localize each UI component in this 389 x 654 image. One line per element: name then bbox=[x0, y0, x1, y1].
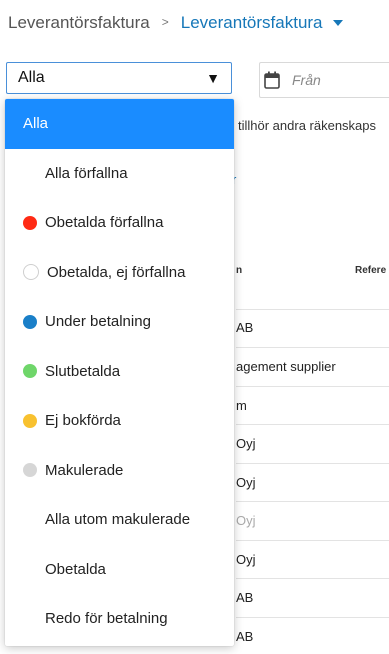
breadcrumb-current[interactable]: Leverantörsfaktura bbox=[181, 13, 323, 33]
table-row[interactable]: Oyj bbox=[236, 436, 256, 451]
option-label: Slutbetalda bbox=[45, 362, 121, 380]
table-row[interactable]: Oyj bbox=[236, 513, 256, 528]
yellow-status-dot-icon bbox=[23, 413, 37, 428]
option-label: Makulerade bbox=[45, 461, 124, 479]
empty-status-dot-icon bbox=[23, 264, 39, 281]
green-status-dot-icon bbox=[23, 364, 37, 379]
row-divider bbox=[236, 347, 389, 348]
option-ej-bokforda[interactable]: Ej bokförda bbox=[5, 396, 234, 446]
option-label: Obetalda förfallna bbox=[45, 214, 164, 232]
breadcrumb: Leverantörsfaktura > Leverantörsfaktura bbox=[8, 12, 343, 34]
option-label: Alla utom makulerade bbox=[45, 511, 191, 529]
table-row[interactable]: Oyj bbox=[236, 475, 256, 490]
option-obetalda-ej-forfallna[interactable]: Obetalda, ej förfallna bbox=[5, 248, 234, 298]
row-divider bbox=[236, 501, 389, 502]
row-divider bbox=[236, 540, 389, 541]
table-row[interactable]: AB bbox=[236, 629, 253, 644]
option-label: Alla förfallna bbox=[45, 164, 128, 182]
option-slutbetalda[interactable]: Slutbetalda bbox=[5, 347, 234, 397]
table-row[interactable]: agement supplier bbox=[236, 359, 336, 374]
option-label: Obetalda bbox=[45, 560, 106, 578]
option-under-betalning[interactable]: Under betalning bbox=[5, 297, 234, 347]
row-divider bbox=[236, 309, 389, 310]
gray-status-dot-icon bbox=[23, 463, 37, 478]
status-filter-select[interactable]: Alla ▼ bbox=[6, 62, 232, 94]
column-header-name[interactable]: n bbox=[236, 265, 242, 276]
row-divider bbox=[236, 463, 389, 464]
option-makulerade[interactable]: Makulerade bbox=[5, 446, 234, 496]
table-row[interactable]: Oyj bbox=[236, 552, 256, 567]
calendar-icon bbox=[264, 71, 280, 89]
date-from-field[interactable]: Från bbox=[259, 62, 389, 98]
status-dropdown-menu: Alla Alla förfallna Obetalda förfallna O… bbox=[5, 99, 234, 646]
dropdown-arrow-icon: ▼ bbox=[206, 70, 220, 86]
option-redo-for-betalning[interactable]: Redo för betalning bbox=[5, 594, 234, 644]
breadcrumb-root[interactable]: Leverantörsfaktura bbox=[8, 13, 150, 33]
fiscal-year-notice: tillhör andra räkenskaps bbox=[238, 118, 377, 133]
row-divider bbox=[236, 617, 389, 618]
column-header-reference[interactable]: Refere bbox=[355, 265, 386, 276]
option-label: Redo för betalning bbox=[45, 610, 168, 628]
date-from-placeholder: Från bbox=[292, 72, 321, 88]
row-divider bbox=[236, 578, 389, 579]
option-alla-forfallna[interactable]: Alla förfallna bbox=[5, 149, 234, 199]
option-alla[interactable]: Alla bbox=[5, 99, 234, 149]
option-label: Ej bokförda bbox=[45, 412, 121, 430]
option-obetalda[interactable]: Obetalda bbox=[5, 545, 234, 595]
red-status-dot-icon bbox=[23, 215, 37, 230]
status-filter-value: Alla bbox=[18, 69, 45, 86]
blue-status-dot-icon bbox=[23, 314, 37, 329]
table-row[interactable]: AB bbox=[236, 590, 253, 605]
option-label: Obetalda, ej förfallna bbox=[47, 263, 186, 281]
table-row[interactable]: AB bbox=[236, 320, 253, 335]
option-label: Under betalning bbox=[45, 313, 151, 331]
chevron-down-icon[interactable] bbox=[332, 20, 343, 26]
option-label: Alla bbox=[23, 115, 49, 133]
table-row[interactable]: m bbox=[236, 398, 247, 413]
row-divider bbox=[236, 424, 389, 425]
option-obetalda-forfallna[interactable]: Obetalda förfallna bbox=[5, 198, 234, 248]
option-alla-utom-makulerade[interactable]: Alla utom makulerade bbox=[5, 495, 234, 545]
row-divider bbox=[236, 386, 389, 387]
breadcrumb-separator: > bbox=[161, 15, 169, 29]
